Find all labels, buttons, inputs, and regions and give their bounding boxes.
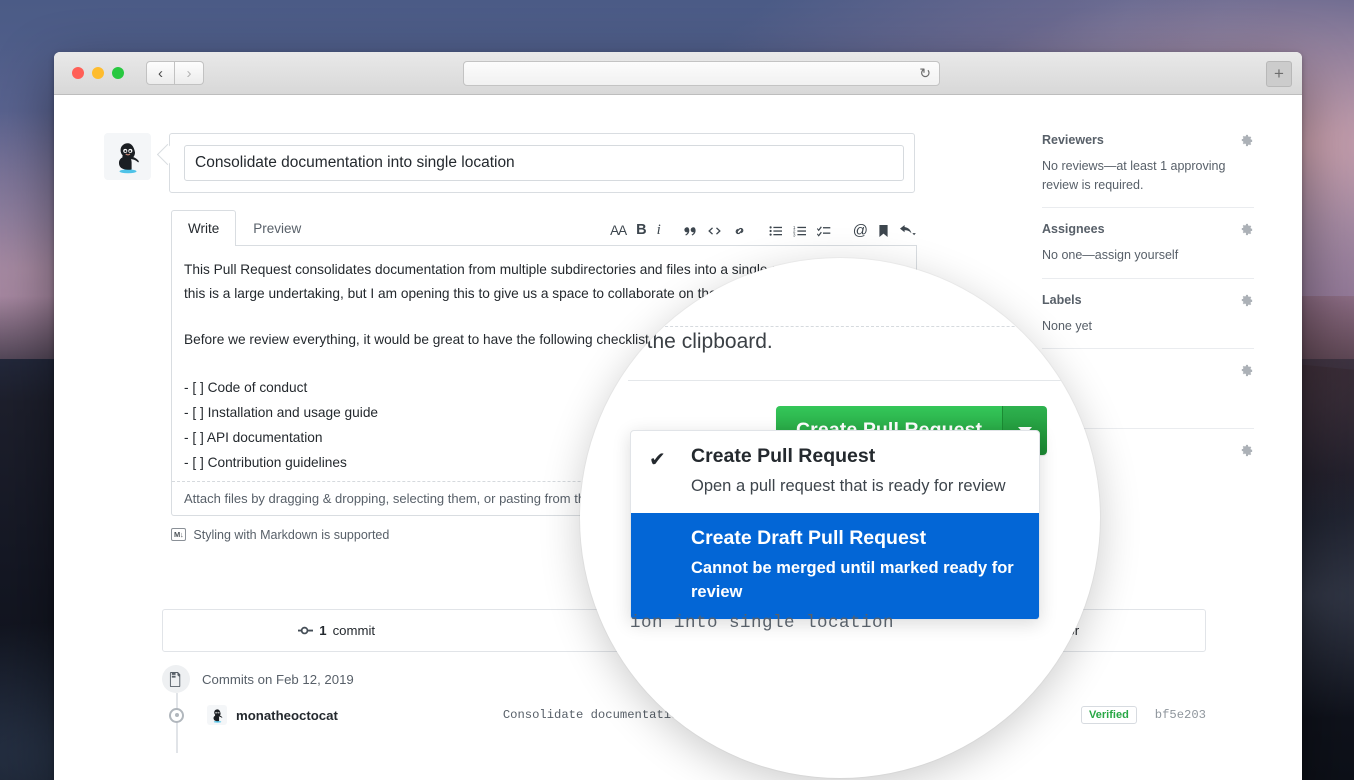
pr-title-box [169,133,915,193]
sidebar-body-reviewers: No reviews—at least 1 approving review i… [1042,157,1254,194]
tab-preview[interactable]: Preview [236,210,318,246]
magnified-attach-hint: , the clipboard. [635,330,1095,354]
menu-item-title: Create Pull Request [691,445,1023,468]
magnified-content: , the clipboard. Create Pull Request ✔ C… [580,258,1100,778]
commit-sha[interactable]: bf5e203 [1155,708,1206,722]
magnified-commit-message: ion into single location [630,613,894,633]
code-icon[interactable] [707,224,722,238]
sidebar-section-reviewers: Reviewers No reviews—at least 1 approvin… [1042,133,1254,208]
url-input[interactable]: ↻ [463,61,940,86]
sidebar-section-header: Reviewers [1042,133,1254,148]
pr-title-container [169,133,915,193]
create-pull-request-dropdown-menu: ✔ Create Pull Request Open a pull reques… [630,430,1040,620]
back-icon[interactable]: ‹ [146,61,175,85]
commit-count: 1 [319,623,326,638]
gear-icon[interactable] [1239,222,1254,237]
avatar [207,705,227,725]
bulleted-list-icon[interactable] [769,224,783,238]
numbered-list-icon[interactable]: 123 [793,224,807,238]
editor-tabs: Write Preview AA B i [171,209,917,246]
italic-icon[interactable]: i [657,223,661,238]
close-window-button[interactable] [72,67,84,79]
reload-icon[interactable]: ↻ [919,65,931,82]
forward-icon[interactable]: › [175,61,204,85]
menu-item-description: Cannot be merged until marked ready for … [691,556,1023,604]
history-icon [162,665,190,693]
avatar [104,133,151,180]
browser-titlebar: ‹ › ↻ + [54,52,1302,95]
menu-item-create-draft-pull-request[interactable]: Create Draft Pull Request Cannot be merg… [631,513,1039,619]
meta-commits[interactable]: 1 commit [163,623,510,638]
pr-title-input[interactable] [184,145,904,181]
sidebar-title-reviewers: Reviewers [1042,133,1104,147]
toolbar-group-refs: @ [853,223,917,238]
bookmark-icon[interactable] [878,224,889,238]
navigation-buttons: ‹ › [146,61,204,85]
new-tab-button[interactable]: + [1266,61,1292,87]
gear-icon[interactable] [1239,133,1254,148]
gear-icon[interactable] [1239,443,1254,458]
tab-write[interactable]: Write [171,210,236,246]
attach-divider [650,326,1100,327]
commit-node-icon [169,708,184,723]
markdown-icon: M↓ [171,528,186,541]
form-divider [628,380,1098,381]
minimize-window-button[interactable] [92,67,104,79]
reply-icon[interactable] [899,224,917,238]
svg-text:3: 3 [793,232,796,237]
menu-item-create-pull-request[interactable]: ✔ Create Pull Request Open a pull reques… [631,431,1039,513]
window-traffic-lights [72,67,124,79]
commit-label: commit [333,623,376,638]
check-icon: ✔ [649,447,666,472]
sidebar-title-assignees: Assignees [1042,222,1105,236]
commits-date-label: Commits on Feb 12, 2019 [202,672,354,687]
task-list-icon[interactable] [817,224,831,238]
markdown-note-label: Styling with Markdown is supported [193,528,389,542]
menu-item-description: Open a pull request that is ready for re… [691,474,1023,498]
gear-icon[interactable] [1239,293,1254,308]
heading-icon[interactable]: AA [610,224,626,238]
quote-icon[interactable] [683,224,697,238]
menu-item-title: Create Draft Pull Request [691,527,1023,550]
maximize-window-button[interactable] [112,67,124,79]
bold-icon[interactable]: B [636,223,646,238]
editor-toolbar: AA B i [590,223,917,245]
commit-author[interactable]: monatheoctocat [236,708,338,723]
toolbar-group-lists: 123 [769,224,831,238]
mention-icon[interactable]: @ [853,223,868,238]
sidebar-section-header: Assignees [1042,222,1254,237]
commit-icon [298,623,313,638]
toolbar-group-text: AA B i [610,223,661,238]
gear-icon[interactable] [1239,363,1254,378]
magnifier-lens: , the clipboard. Create Pull Request ✔ C… [580,258,1100,778]
link-icon[interactable] [732,224,747,238]
toolbar-group-insert [683,224,747,238]
